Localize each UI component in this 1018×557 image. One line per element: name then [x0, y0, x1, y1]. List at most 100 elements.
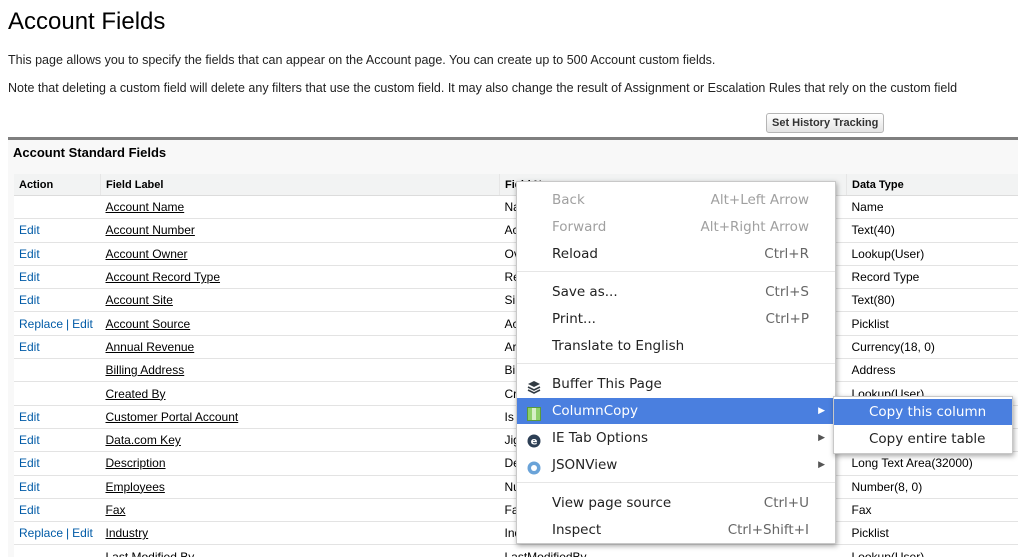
field-label-cell: Data.com Key: [101, 428, 500, 451]
buffer-icon: [527, 377, 541, 391]
data-type-cell: Fax: [847, 498, 1018, 521]
data-type-cell: Lookup(User): [847, 242, 1018, 265]
menu-item-jsonview[interactable]: JSONView▶: [517, 452, 835, 478]
menu-item-label: Forward: [552, 214, 606, 240]
action-cell: Replace|Edit: [14, 522, 101, 545]
menu-item-translate-to-english[interactable]: Translate to English: [517, 333, 835, 359]
action-cell: Edit: [14, 405, 101, 428]
data-type-cell: Long Text Area(32000): [847, 452, 1018, 475]
field-label-cell: Account Owner: [101, 242, 500, 265]
field-label-cell: Billing Address: [101, 359, 500, 382]
edit-link[interactable]: Edit: [19, 340, 40, 354]
field-label-link[interactable]: Account Name: [106, 200, 185, 214]
menu-item-reload[interactable]: ReloadCtrl+R: [517, 241, 835, 267]
menu-item-label: Back: [552, 187, 585, 213]
edit-link[interactable]: Edit: [19, 410, 40, 424]
edit-link[interactable]: Edit: [19, 433, 40, 447]
field-label-link[interactable]: Industry: [106, 526, 149, 540]
field-label-cell: Annual Revenue: [101, 335, 500, 358]
field-label-link[interactable]: Account Owner: [106, 247, 188, 261]
edit-link[interactable]: Edit: [19, 293, 40, 307]
standard-fields-panel: Account Standard Fields Action Field Lab…: [8, 137, 1018, 557]
page-description: This page allows you to specify the fiel…: [8, 53, 715, 67]
action-separator: |: [63, 526, 72, 540]
data-type-cell: Picklist: [847, 312, 1018, 335]
menu-item-label: Copy this column: [869, 399, 986, 425]
field-label-cell: Account Number: [101, 219, 500, 242]
action-cell: Edit: [14, 335, 101, 358]
submenu-arrow-icon: ▶: [818, 452, 825, 478]
field-label-link[interactable]: Account Source: [106, 317, 191, 331]
field-label-link[interactable]: Employees: [106, 480, 165, 494]
field-label-cell: Account Source: [101, 312, 500, 335]
menu-item-print[interactable]: Print...Ctrl+P: [517, 306, 835, 332]
field-label-link[interactable]: Account Record Type: [106, 270, 221, 284]
menu-item-view-page-source[interactable]: View page sourceCtrl+U: [517, 490, 835, 516]
jsonview-icon: [527, 458, 541, 472]
menu-item-label: Translate to English: [552, 333, 684, 359]
panel-title: Account Standard Fields: [13, 145, 166, 160]
field-label-cell: Account Site: [101, 289, 500, 312]
menu-item-buffer-this-page[interactable]: Buffer This Page: [517, 371, 835, 397]
copy-entire-table-item[interactable]: Copy entire table: [834, 426, 1012, 452]
menu-separator: [517, 482, 835, 483]
menu-item-inspect[interactable]: InspectCtrl+Shift+I: [517, 517, 835, 543]
column-header-action: Action: [14, 174, 101, 196]
menu-item-label: Print...: [552, 306, 596, 332]
data-type-cell: Picklist: [847, 522, 1018, 545]
edit-link[interactable]: Edit: [19, 480, 40, 494]
field-label-cell: Employees: [101, 475, 500, 498]
data-type-cell: Text(40): [847, 219, 1018, 242]
data-type-cell: Lookup(User): [847, 545, 1018, 557]
field-label-cell: Account Name: [101, 196, 500, 219]
menu-item-forward: ForwardAlt+Right Arrow: [517, 214, 835, 240]
columncopy-submenu: Copy this column Copy entire table: [833, 396, 1013, 454]
menu-item-save-as[interactable]: Save as...Ctrl+S: [517, 279, 835, 305]
field-label-link[interactable]: Billing Address: [106, 363, 185, 377]
field-label-cell: Customer Portal Account: [101, 405, 500, 428]
menu-item-columncopy[interactable]: ColumnCopy▶: [517, 398, 835, 424]
field-label-cell: Fax: [101, 498, 500, 521]
action-cell: Edit: [14, 498, 101, 521]
field-label-link[interactable]: Description: [106, 456, 166, 470]
menu-item-back: BackAlt+Left Arrow: [517, 187, 835, 213]
data-type-cell: Currency(18, 0): [847, 335, 1018, 358]
field-label-link[interactable]: Data.com Key: [106, 433, 181, 447]
field-label-link[interactable]: Last Modified By: [106, 550, 195, 557]
field-label-link[interactable]: Account Site: [106, 293, 173, 307]
edit-link[interactable]: Edit: [19, 456, 40, 470]
edit-link[interactable]: Edit: [19, 503, 40, 517]
submenu-arrow-icon: ▶: [818, 425, 825, 451]
copy-this-column-item[interactable]: Copy this column: [834, 399, 1012, 425]
edit-link[interactable]: Edit: [72, 317, 93, 331]
field-label-link[interactable]: Fax: [106, 503, 126, 517]
action-cell: Edit: [14, 289, 101, 312]
edit-link[interactable]: Edit: [19, 223, 40, 237]
action-cell: Edit: [14, 265, 101, 288]
data-type-cell: Name: [847, 196, 1018, 219]
edit-link[interactable]: Edit: [19, 247, 40, 261]
column-header-field-label: Field Label: [101, 174, 500, 196]
field-label-link[interactable]: Created By: [106, 387, 166, 401]
menu-item-ie-tab-options[interactable]: eIE Tab Options▶: [517, 425, 835, 451]
menu-item-shortcut: Ctrl+S: [765, 279, 809, 305]
replace-link[interactable]: Replace: [19, 317, 63, 331]
field-label-link[interactable]: Customer Portal Account: [106, 410, 239, 424]
replace-link[interactable]: Replace: [19, 526, 63, 540]
action-cell: [14, 545, 101, 557]
menu-separator: [517, 363, 835, 364]
action-cell: Edit: [14, 242, 101, 265]
action-cell: Edit: [14, 428, 101, 451]
action-cell: Edit: [14, 475, 101, 498]
field-label-link[interactable]: Annual Revenue: [106, 340, 195, 354]
field-label-link[interactable]: Account Number: [106, 223, 195, 237]
set-history-tracking-button[interactable]: Set History Tracking: [766, 113, 884, 133]
edit-link[interactable]: Edit: [19, 270, 40, 284]
menu-item-label: Buffer This Page: [552, 371, 662, 397]
ie-tab-icon: e: [527, 431, 541, 445]
menu-item-label: Reload: [552, 241, 598, 267]
field-label-cell: Last Modified By: [101, 545, 500, 557]
action-cell: [14, 359, 101, 382]
edit-link[interactable]: Edit: [72, 526, 93, 540]
field-label-cell: Account Record Type: [101, 265, 500, 288]
